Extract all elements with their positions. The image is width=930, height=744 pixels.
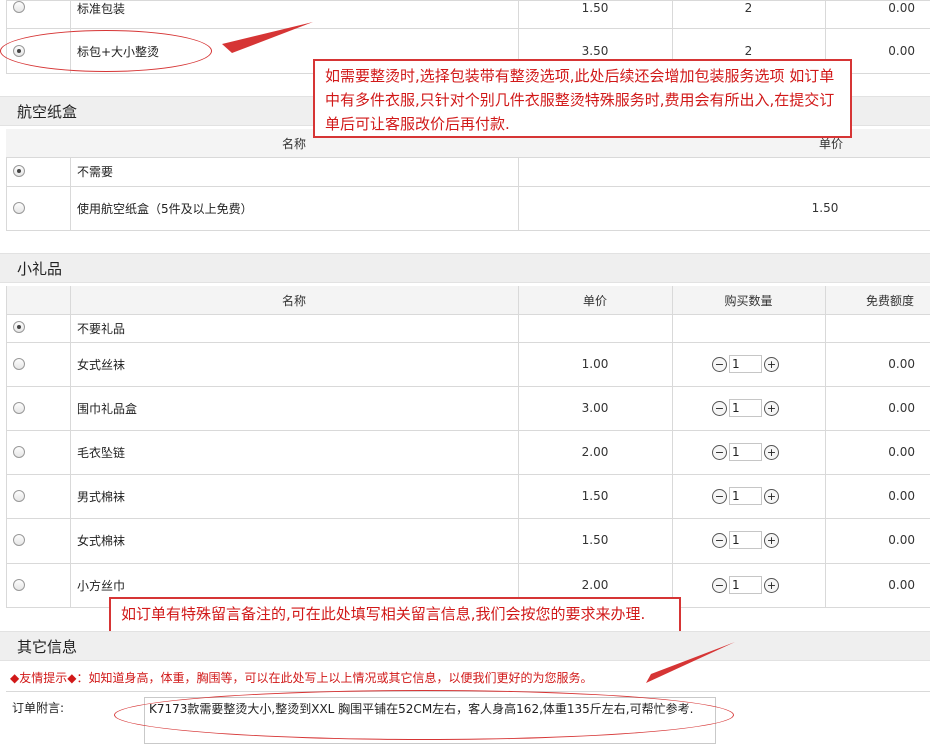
annotation-ellipse [0, 30, 212, 72]
air-box-radio-none[interactable] [13, 165, 25, 177]
quantity-stepper[interactable]: −1 + [712, 443, 779, 461]
gift-radio[interactable] [13, 358, 25, 370]
gift-name: 男式棉袜 [77, 489, 126, 504]
gift-free: 0.00 [888, 401, 915, 415]
gifts-header-price: 单价 [582, 293, 607, 308]
gift-free: 0.00 [888, 489, 915, 503]
gift-price: 2.00 [581, 578, 609, 592]
air-box-name: 使用航空纸盒（5件及以上免费） [77, 201, 253, 216]
order-note-label: 订单附言: [12, 701, 65, 715]
section-title-other: 其它信息 [0, 631, 930, 661]
gift-price: 1.50 [581, 533, 609, 547]
quantity-stepper[interactable]: −1 + [712, 355, 779, 373]
gift-price: 1.00 [581, 357, 609, 371]
quantity-stepper[interactable]: −1 + [712, 487, 779, 505]
plus-icon[interactable]: + [764, 356, 779, 372]
section-title-gifts: 小礼品 [0, 253, 930, 283]
air-box-name: 不需要 [77, 164, 114, 179]
packaging-name: 标准包装 [77, 1, 126, 16]
quantity-input[interactable]: 1 [729, 355, 762, 373]
annotation-callout-ironing: 如需要整烫时,选择包装带有整烫选项,此处后续还会增加包装服务选项 如订单中有多件… [313, 59, 852, 138]
air-box-radio-use[interactable] [13, 202, 25, 214]
quantity-input[interactable]: 1 [729, 487, 762, 505]
gift-radio[interactable] [13, 534, 25, 546]
gift-radio[interactable] [13, 446, 25, 458]
minus-icon[interactable]: − [712, 400, 727, 416]
gift-free: 0.00 [888, 578, 915, 592]
quantity-stepper[interactable]: −1 + [712, 531, 779, 549]
minus-icon[interactable]: − [712, 488, 727, 504]
minus-icon[interactable]: − [712, 356, 727, 372]
plus-icon[interactable]: + [764, 577, 779, 593]
gifts-table-header: 名称 单价 购买数量 免费额度 [6, 286, 930, 314]
packaging-price: 1.50 [581, 1, 609, 15]
plus-icon[interactable]: + [764, 532, 779, 548]
plus-icon[interactable]: + [764, 488, 779, 504]
quantity-input[interactable]: 1 [729, 399, 762, 417]
gift-name: 女式丝袜 [77, 357, 126, 372]
gifts-header-qty: 购买数量 [724, 293, 773, 308]
quantity-input[interactable]: 1 [729, 531, 762, 549]
air-box-price: 1.50 [811, 201, 839, 215]
packaging-qty: 2 [744, 1, 753, 15]
packaging-free: 0.00 [888, 1, 915, 15]
gift-price: 1.50 [581, 489, 609, 503]
gift-name: 毛衣坠链 [77, 445, 126, 460]
gift-radio[interactable] [13, 402, 25, 414]
minus-icon[interactable]: − [712, 532, 727, 548]
gift-name: 小方丝巾 [77, 578, 126, 593]
gift-radio[interactable] [13, 579, 25, 591]
packaging-radio-standard[interactable] [13, 1, 25, 13]
gift-name: 女式棉袜 [77, 533, 126, 548]
plus-icon[interactable]: + [764, 400, 779, 416]
annotation-ellipse [114, 690, 734, 740]
arrow-icon [222, 22, 313, 53]
gift-radio[interactable] [13, 490, 25, 502]
quantity-stepper[interactable]: −1 + [712, 576, 779, 594]
quantity-input[interactable]: 1 [729, 443, 762, 461]
gift-free: 0.00 [888, 445, 915, 459]
plus-icon[interactable]: + [764, 444, 779, 460]
gifts-header-name: 名称 [281, 293, 306, 308]
gift-free: 0.00 [888, 357, 915, 371]
quantity-stepper[interactable]: −1 + [712, 399, 779, 417]
gifts-header-free: 免费额度 [866, 293, 915, 308]
quantity-input[interactable]: 1 [729, 576, 762, 594]
friendly-tip: ◆友情提示◆：如知道身高，体重，胸围等，可以在此处写上以上情况或其它信息，以便我… [10, 671, 593, 685]
gift-radio-none[interactable] [13, 321, 25, 333]
minus-icon[interactable]: − [712, 577, 727, 593]
gift-price: 2.00 [581, 445, 609, 459]
minus-icon[interactable]: − [712, 444, 727, 460]
gift-name: 不要礼品 [77, 321, 126, 336]
gift-name: 围巾礼品盒 [77, 401, 138, 416]
gift-free: 0.00 [888, 533, 915, 547]
gift-price: 3.00 [581, 401, 609, 415]
